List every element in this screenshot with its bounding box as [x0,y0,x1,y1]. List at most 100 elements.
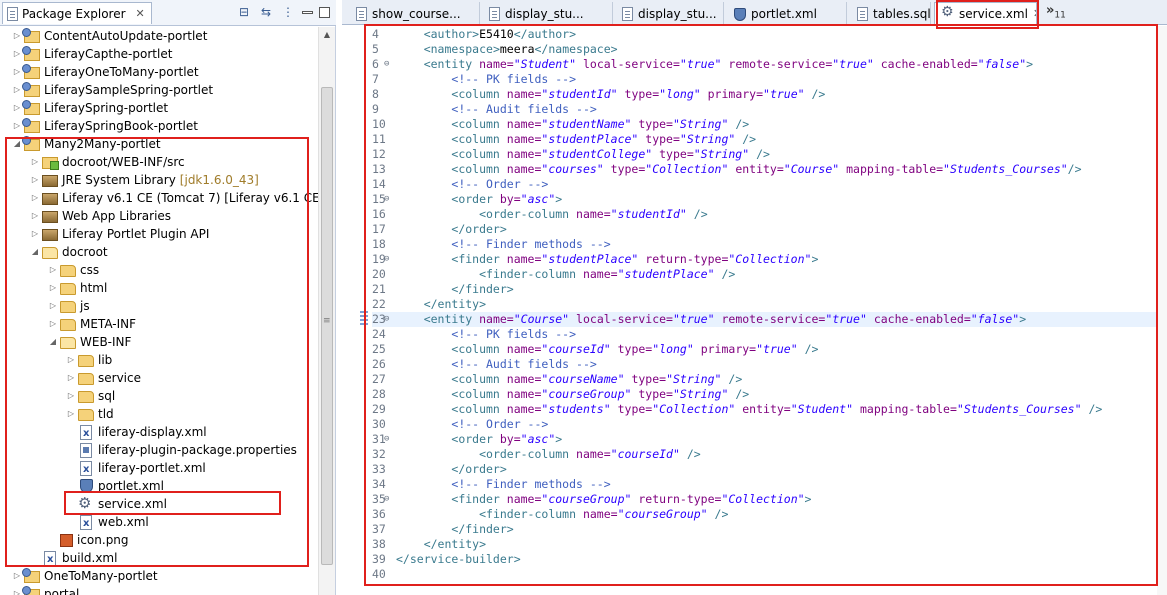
code-line[interactable]: 4 <author>E5410</author> [364,27,1164,42]
tree-item[interactable]: ▷ Liferay Portlet Plugin API [30,225,209,243]
tree-item[interactable]: ▷ docroot/WEB-INF/src [30,153,185,171]
collapsed-arrow-icon[interactable]: ▷ [12,63,22,81]
tree-item[interactable]: ▷ tld [66,405,114,423]
code-line[interactable]: 8 <column name="studentId" type="long" p… [364,87,1164,102]
tab-overflow-button[interactable]: »11 [1046,3,1066,21]
code-line[interactable]: 32 <order-column name="courseId" /> [364,447,1164,462]
maximize-icon[interactable] [319,6,330,18]
code-line[interactable]: 17 </order> [364,222,1164,237]
code-line[interactable]: 10 <column name="studentName" type="Stri… [364,117,1164,132]
code-line[interactable]: 7 <!-- PK fields --> [364,72,1164,87]
tree-item[interactable]: ▷ Web App Libraries [30,207,171,225]
tree-item[interactable]: ▷ service [66,369,141,387]
package-explorer-tab[interactable]: Package Explorer ✕ [2,2,152,24]
collapsed-arrow-icon[interactable]: ▷ [66,351,76,369]
code-line[interactable]: 39 </service-builder> [364,552,1164,567]
code-line[interactable]: 25 <column name="courseId" type="long" p… [364,342,1164,357]
collapsed-arrow-icon[interactable]: ▷ [12,81,22,99]
tree-item[interactable]: ▷ portal [12,585,79,595]
fold-toggle-icon[interactable]: ⊖ [384,492,389,507]
tree-item[interactable]: ▷ META-INF [48,315,136,333]
code-line[interactable]: 23 ⊖ <entity name="Course" local-service=… [372,312,1164,327]
collapsed-arrow-icon[interactable]: ▷ [12,117,22,135]
fold-toggle-icon[interactable]: ⊖ [384,312,389,327]
tree-item[interactable]: ▷ css [48,261,99,279]
collapsed-arrow-icon[interactable]: ▷ [30,153,40,171]
code-line[interactable]: 35 ⊖ <finder name="courseGroup" return-ty… [364,492,1164,507]
tree-item[interactable]: ▷ lib [66,351,112,369]
collapsed-arrow-icon[interactable]: ▷ [48,261,58,279]
collapsed-arrow-icon[interactable]: ▷ [12,99,22,117]
tree-item[interactable]: liferay-portlet.xml [66,459,206,479]
code-line[interactable]: 5 <namespace>meera</namespace> [364,42,1164,57]
fold-toggle-icon[interactable]: ⊖ [384,192,389,207]
expanded-arrow-icon[interactable]: ◢ [30,243,40,261]
collapsed-arrow-icon[interactable]: ▷ [48,315,58,333]
code-line[interactable]: 34 <!-- Finder methods --> [364,477,1164,492]
code-area[interactable]: 4 <author>E5410</author> 5 <namespace>mee… [342,26,1167,595]
tree-item[interactable]: ▷ LiferaySampleSpring-portlet [12,81,213,99]
editor-tab[interactable]: display_stu... [616,2,724,25]
collapse-all-icon[interactable]: ⊟ [236,4,252,20]
code-line[interactable]: 36 <finder-column name="courseGroup" /> [364,507,1164,522]
tree-item[interactable]: portlet.xml [66,477,164,495]
collapsed-arrow-icon[interactable]: ▷ [48,279,58,297]
code-line[interactable]: 12 <column name="studentCollege" type="S… [364,147,1164,162]
tree-item[interactable]: icon.png [48,531,129,549]
code-line[interactable]: 29 <column name="students" type="Collect… [364,402,1164,417]
code-line[interactable]: 13 <column name="courses" type="Collecti… [364,162,1164,177]
code-line[interactable]: 16 <order-column name="studentId" /> [364,207,1164,222]
expanded-arrow-icon[interactable]: ◢ [12,135,22,153]
link-with-editor-icon[interactable]: ⇆ [258,4,274,20]
collapsed-arrow-icon[interactable]: ▷ [12,45,22,63]
scrollbar-thumb[interactable] [321,87,333,565]
collapsed-arrow-icon[interactable]: ▷ [66,405,76,423]
tree-item[interactable]: service.xml [66,494,167,513]
editor-tab[interactable]: show_course... [350,2,480,25]
close-tab-icon[interactable]: ✕ [1033,7,1036,20]
tree-scrollbar[interactable]: ▲ [318,27,335,595]
collapsed-arrow-icon[interactable]: ▷ [12,567,22,585]
code-line[interactable]: 27 <column name="courseName" type="Strin… [364,372,1164,387]
tree-item[interactable]: ◢ Many2Many-portlet [12,135,161,153]
close-icon[interactable]: ✕ [136,7,145,20]
tree-item[interactable]: ▷ JRE System Library [jdk1.6.0_43] [30,171,259,189]
fold-toggle-icon[interactable]: ⊖ [384,57,389,72]
collapsed-arrow-icon[interactable]: ▷ [66,369,76,387]
collapsed-arrow-icon[interactable]: ▷ [30,171,40,189]
code-line[interactable]: 6 ⊖ <entity name="Student" local-service=… [364,57,1164,72]
tree-item[interactable]: ▷ LiferaySpring-portlet [12,99,168,117]
collapsed-arrow-icon[interactable]: ▷ [12,27,22,45]
tree-item[interactable]: ◢ WEB-INF [48,333,131,351]
collapsed-arrow-icon[interactable]: ▷ [30,207,40,225]
fold-toggle-icon[interactable]: ⊖ [384,432,389,447]
code-line[interactable]: 40 [364,567,1164,582]
code-line[interactable]: 9 <!-- Audit fields --> [364,102,1164,117]
tree-item[interactable]: ▷ LiferayCapthe-portlet [12,45,172,63]
scroll-up-icon[interactable]: ▲ [322,30,332,40]
code-line[interactable]: 22 </entity> [364,297,1164,312]
tree-item[interactable]: ◢ docroot [30,243,108,261]
tree-item[interactable]: ▷ ContentAutoUpdate-portlet [12,27,207,45]
tree-item[interactable]: ▷ LiferayOneToMany-portlet [12,63,199,81]
editor-tab[interactable]: portlet.xml [727,2,847,25]
code-line[interactable]: 26 <!-- Audit fields --> [364,357,1164,372]
code-line[interactable]: 11 <column name="studentPlace" type="Str… [364,132,1164,147]
tree-item[interactable]: web.xml [66,513,149,533]
collapsed-arrow-icon[interactable]: ▷ [12,585,22,595]
minimize-icon[interactable] [302,10,313,14]
code-line[interactable]: 24 <!-- PK fields --> [364,327,1164,342]
code-line[interactable]: 18 <!-- Finder methods --> [364,237,1164,252]
tree-item[interactable]: ▷ OneToMany-portlet [12,567,158,585]
tree-item[interactable]: ▷ sql [66,387,115,405]
code-line[interactable]: 30 <!-- Order --> [364,417,1164,432]
collapsed-arrow-icon[interactable]: ▷ [30,189,40,207]
code-line[interactable]: 38 </entity> [364,537,1164,552]
collapsed-arrow-icon[interactable]: ▷ [48,297,58,315]
code-line[interactable]: 21 </finder> [364,282,1164,297]
code-line[interactable]: 33 </order> [364,462,1164,477]
editor-tab[interactable]: service.xml ✕ [934,2,1037,25]
code-line[interactable]: 19 ⊖ <finder name="studentPlace" return-t… [364,252,1164,267]
editor-tab[interactable]: tables.sql [851,2,931,25]
tree-item[interactable]: ▷ js [48,297,90,315]
